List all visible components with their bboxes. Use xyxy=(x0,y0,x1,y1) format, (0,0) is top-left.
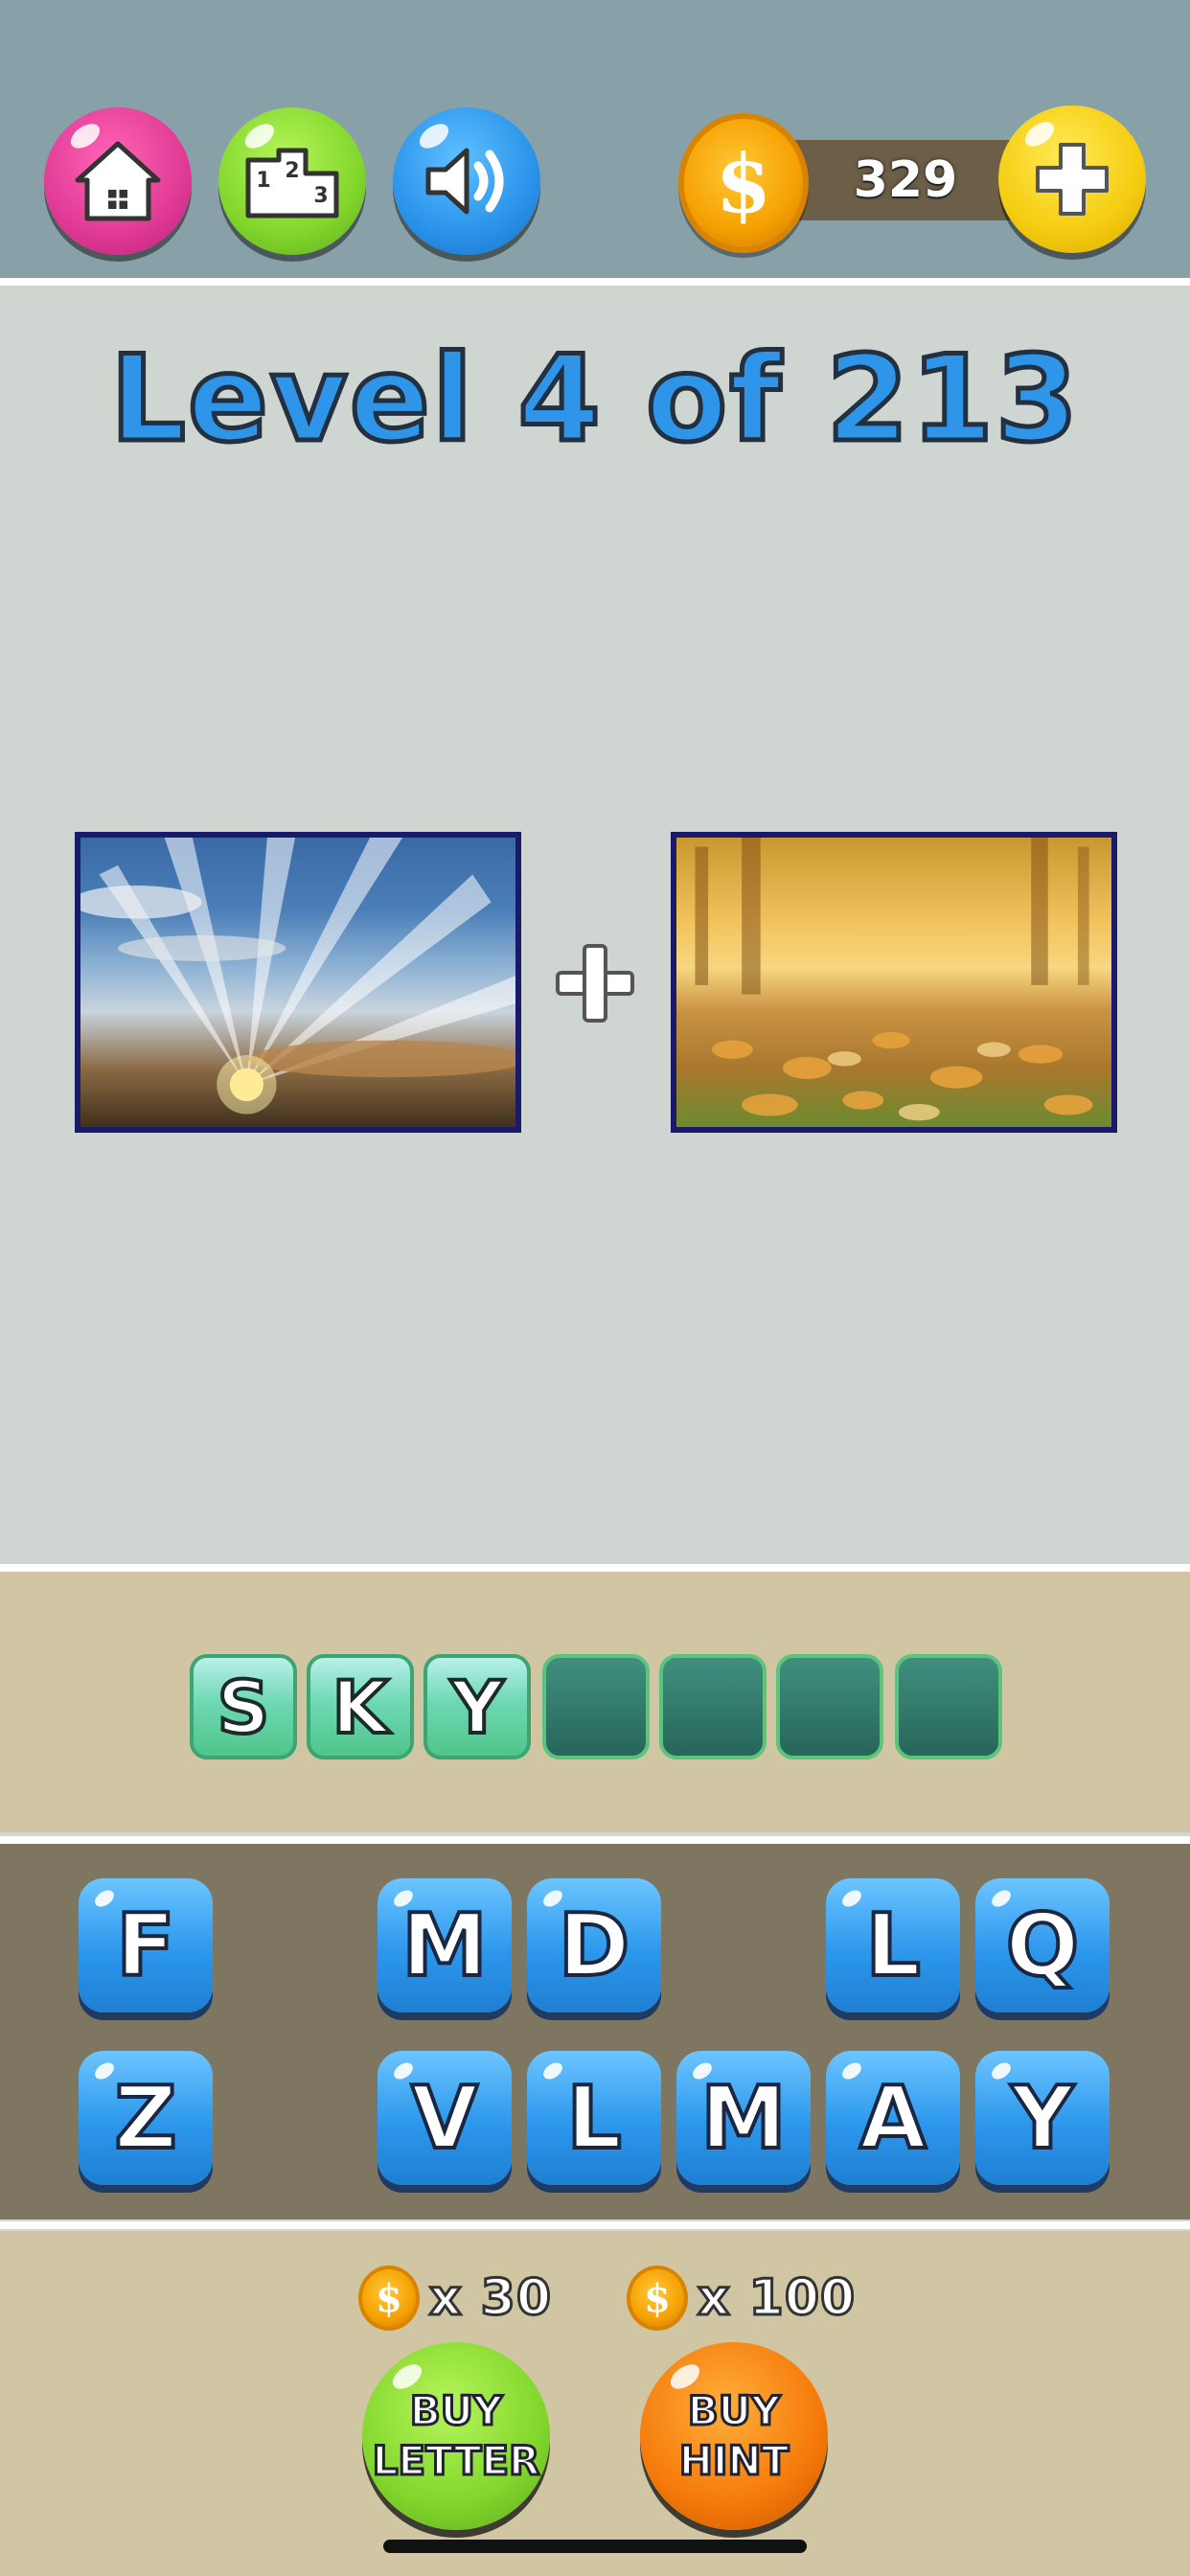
svg-text:2: 2 xyxy=(285,159,299,183)
shop-area xyxy=(0,2231,1190,2576)
answer-slot[interactable] xyxy=(659,1654,767,1760)
letter-key[interactable]: L xyxy=(826,1878,960,2012)
coin-dollar-icon: $ xyxy=(678,113,809,253)
level-title: Level 4 of 213 xyxy=(107,329,1081,472)
letter-key[interactable]: Q xyxy=(975,1878,1110,2012)
letter-key[interactable]: M xyxy=(378,1878,512,2012)
coin-dollar-icon: $ xyxy=(627,2266,688,2331)
answer-slot[interactable] xyxy=(542,1654,650,1760)
buy-letter-button[interactable]: BUY LETTER xyxy=(362,2342,550,2530)
home-icon xyxy=(75,141,161,221)
divider xyxy=(0,2221,1190,2229)
leaderboard-podium-icon: 1 2 3 xyxy=(245,148,339,218)
svg-text:3: 3 xyxy=(313,184,328,208)
letter-price: x 30 xyxy=(427,2268,553,2329)
letter-key[interactable]: Z xyxy=(79,2051,213,2185)
coin-count: 329 xyxy=(853,151,958,209)
answer-slot[interactable] xyxy=(776,1654,883,1760)
speaker-icon xyxy=(425,148,504,215)
letter-key[interactable]: M xyxy=(676,2051,811,2185)
sound-toggle-button[interactable] xyxy=(393,107,540,255)
hint-price: x 100 xyxy=(696,2268,857,2329)
letter-key[interactable]: D xyxy=(527,1878,661,2012)
letter-key[interactable]: L xyxy=(527,2051,661,2185)
autumn-leaves-on-grass-photo xyxy=(671,832,1117,1133)
letter-key[interactable]: V xyxy=(378,2051,512,2185)
answer-slot[interactable]: K xyxy=(307,1654,414,1760)
letter-key[interactable]: F xyxy=(79,1878,213,2012)
home-indicator[interactable] xyxy=(383,2540,807,2553)
divider xyxy=(0,1564,1190,1572)
letter-key[interactable]: Y xyxy=(975,2051,1110,2185)
answer-slot[interactable] xyxy=(895,1654,1002,1760)
answer-slot[interactable]: Y xyxy=(423,1654,531,1760)
answer-slot[interactable]: S xyxy=(190,1654,297,1760)
plus-icon xyxy=(1036,143,1109,216)
plus-icon xyxy=(556,944,634,1023)
leaderboard-button[interactable]: 1 2 3 xyxy=(218,107,366,255)
coin-dollar-icon: $ xyxy=(358,2266,420,2331)
add-coins-button[interactable] xyxy=(998,105,1146,253)
svg-text:1: 1 xyxy=(256,169,270,193)
buy-hint-button[interactable]: BUY HINT xyxy=(640,2342,828,2530)
sky-with-sun-rays-photo xyxy=(75,832,521,1133)
divider xyxy=(0,278,1190,286)
home-button[interactable] xyxy=(44,107,192,255)
divider xyxy=(0,1836,1190,1844)
letter-key[interactable]: A xyxy=(826,2051,960,2185)
